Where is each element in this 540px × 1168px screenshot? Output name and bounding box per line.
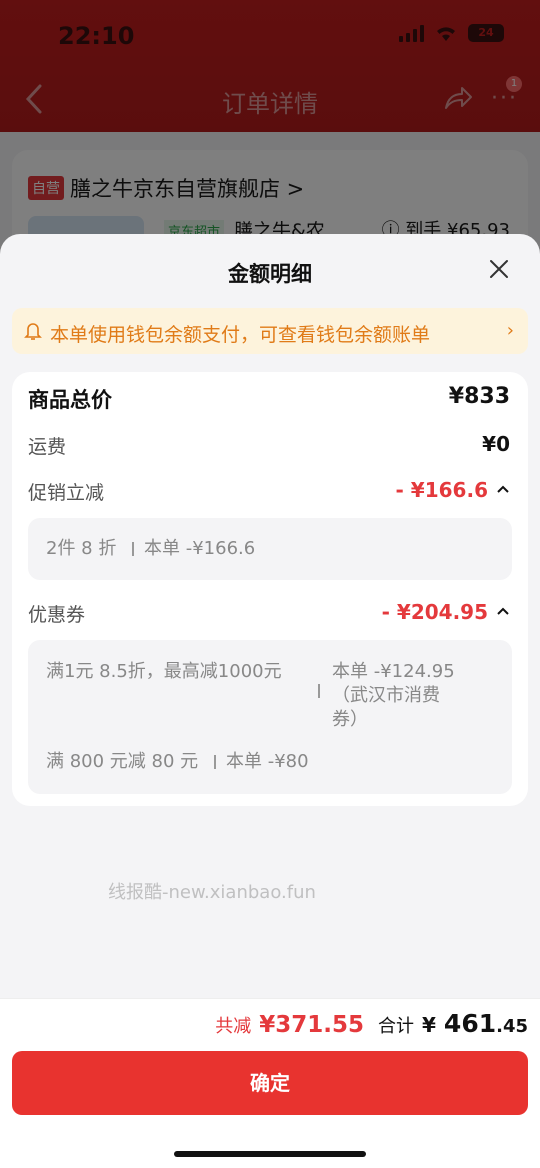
promotion-amount: 本单 -¥166.6 [144, 538, 256, 559]
wallet-notice-banner[interactable]: 本单使用钱包余额支付，可查看钱包余额账单 › [12, 308, 528, 354]
promotion-value: - ¥166.6 [395, 478, 488, 502]
sheet-title: 金额明细 [228, 262, 312, 286]
chevron-right-icon: › [506, 320, 514, 341]
divider [132, 542, 134, 556]
notice-text: 本单使用钱包余额支付，可查看钱包余额账单 [50, 324, 431, 346]
total-label: 合计 [378, 1016, 414, 1037]
coupon-row[interactable]: 优惠券 - ¥204.95 [28, 600, 510, 632]
total-decimal: .45 [496, 1016, 528, 1037]
coupon-amount: 本单 -¥80 [226, 751, 309, 772]
coupon-rule: 满1元 8.5折，最高减1000元 [46, 661, 282, 682]
bell-icon [24, 323, 42, 340]
promotion-rule: 2件 8 折 [46, 538, 117, 559]
home-indicator [174, 1151, 366, 1157]
total-currency: ¥ [422, 1013, 436, 1037]
goods-total-label: 商品总价 [28, 388, 112, 412]
promotion-label: 促销立减 [28, 482, 105, 504]
coupon-amount: 本单 -¥124.95（武汉市消费券） [332, 661, 455, 730]
close-icon[interactable] [486, 256, 512, 282]
goods-total-row: 商品总价 ¥833 [28, 384, 510, 416]
coupon-value: - ¥204.95 [381, 600, 488, 624]
chevron-up-icon[interactable] [496, 482, 510, 496]
total-integer: 461 [443, 1009, 497, 1038]
promotion-row[interactable]: 促销立减 - ¥166.6 [28, 478, 510, 510]
amount-detail-card: 商品总价 ¥833 运费 ¥0 促销立减 - ¥166.6 2件 8 折 本单 … [12, 372, 528, 806]
shipping-label: 运费 [28, 436, 67, 458]
divider [214, 755, 216, 769]
shipping-row: 运费 ¥0 [28, 432, 510, 464]
summary-line: 共减 ¥371.55 合计 ¥ 461 .45 [215, 1009, 528, 1038]
saved-label: 共减 [215, 1016, 252, 1037]
watermark: 线报酷-new.xianbao.fun [108, 882, 316, 903]
divider [318, 684, 320, 698]
promotion-detail-box: 2件 8 折 本单 -¥166.6 [28, 518, 512, 580]
footer-bar: 共减 ¥371.55 合计 ¥ 461 .45 确定 [0, 998, 540, 1168]
shipping-value: ¥0 [482, 432, 510, 456]
goods-total-value: ¥833 [448, 384, 510, 409]
saved-value: ¥371.55 [259, 1012, 364, 1038]
coupon-rule: 满 800 元减 80 元 [46, 751, 199, 772]
coupon-label: 优惠券 [28, 604, 86, 626]
confirm-button[interactable]: 确定 [12, 1051, 528, 1115]
coupon-detail-box: 满1元 8.5折，最高减1000元 本单 -¥124.95（武汉市消费券） 满 … [28, 640, 512, 794]
chevron-up-icon[interactable] [496, 604, 510, 618]
